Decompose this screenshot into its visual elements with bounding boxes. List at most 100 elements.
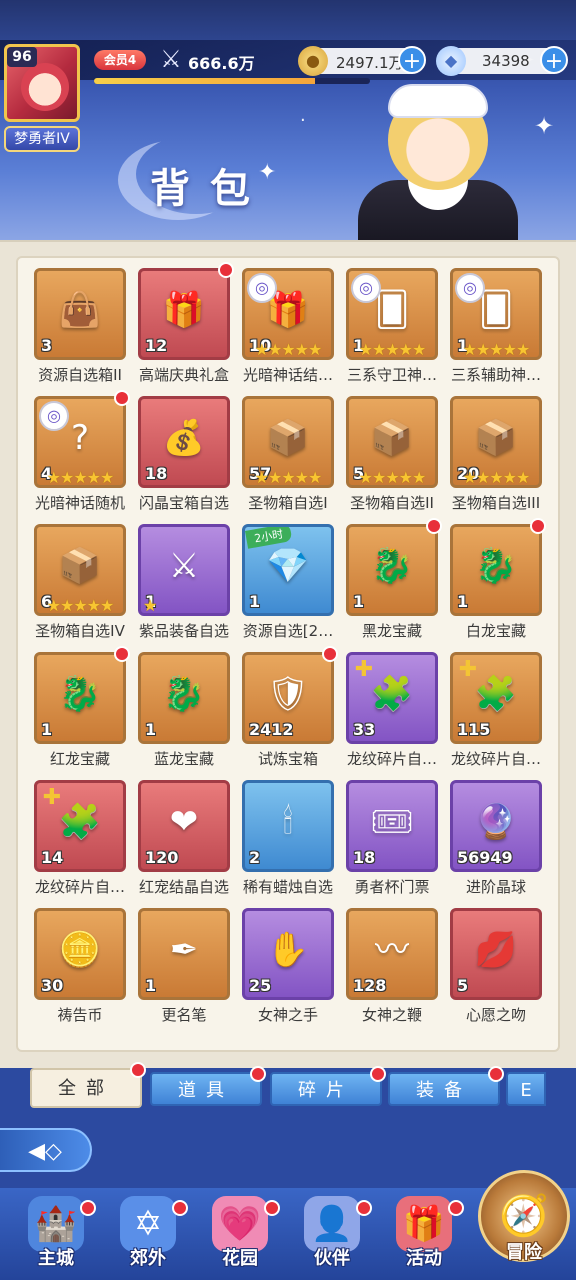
item-tile[interactable]: 🧩 ✚ 33 — [346, 652, 438, 744]
crystal-ball-icon: 🔮 — [474, 802, 518, 842]
inventory-item[interactable]: 🧩 ✚ 115 龙纹碎片自… — [444, 652, 548, 768]
item-tile[interactable]: 💋 5 — [450, 908, 542, 1000]
item-tile[interactable]: 💰 18 — [138, 396, 230, 488]
inventory-item[interactable]: 🂠 ◎ 1 ★★★★★ 三系守卫神… — [340, 268, 444, 384]
power-value: 666.6万 — [188, 54, 255, 73]
inventory-item[interactable]: ? ◎ 4 ★★★★★ 光暗神话随机 — [28, 390, 132, 512]
item-name: 龙纹碎片自… — [346, 750, 437, 768]
inventory-item[interactable]: 🕯 2 稀有蜡烛自选 — [236, 780, 340, 896]
item-tile[interactable]: 📦 5 ★★★★★ — [346, 396, 438, 488]
item-tile[interactable]: 📦 20 ★★★★★ — [450, 396, 542, 488]
inventory-item[interactable]: ✒ 1 更名笔 — [132, 908, 236, 1024]
item-name: 女神之鞭 — [361, 1006, 422, 1024]
vip-badge[interactable]: 会员4 — [94, 50, 146, 70]
tab-equipment[interactable]: 装备 — [388, 1066, 504, 1106]
item-tile[interactable]: 🐉 1 — [34, 652, 126, 744]
dragon-chest-icon: 🐉 — [474, 546, 518, 586]
add-gem-button[interactable]: + — [540, 46, 568, 74]
item-tile[interactable]: 🧩 ✚ 115 — [450, 652, 542, 744]
item-tile[interactable]: 🐉 1 — [346, 524, 438, 616]
item-tile[interactable]: 📦 6 ★★★★★ — [34, 524, 126, 616]
inventory-item[interactable]: 🔮 56949 进阶晶球 — [444, 780, 548, 896]
item-tile[interactable]: 🎁 12 — [138, 268, 230, 360]
inventory-item[interactable]: 💋 5 心愿之吻 — [444, 908, 548, 1024]
item-tile[interactable]: 🂠 ◎ 1 ★★★★★ — [450, 268, 542, 360]
notification-dot — [80, 1200, 96, 1216]
inventory-item[interactable]: 🐉 1 黑龙宝藏 — [340, 518, 444, 640]
item-name: 圣物箱自选III — [451, 494, 541, 512]
item-tile[interactable]: 📦 57 ★★★★★ — [242, 396, 334, 488]
item-tile[interactable]: ✋ 25 — [242, 908, 334, 1000]
tab-all[interactable]: 全部 — [30, 1062, 146, 1108]
dock-item-castle[interactable]: 🏰 主城 — [8, 1196, 104, 1280]
tab-label: E — [520, 1080, 532, 1101]
dock-item-compass[interactable]: ✡ 郊外 — [100, 1196, 196, 1280]
inventory-panel: 👜 3 资源自选箱II 🎁 12 高端庆典礼盒 🎁 ◎ 10 ★★★★★ 光暗神话结… 🂠 ◎ 1 ★★★★… — [0, 240, 576, 1068]
inventory-item[interactable]: 🎟 18 勇者杯门票 — [340, 780, 444, 896]
item-quantity: 1 — [457, 592, 469, 611]
item-tile[interactable]: 🎁 ◎ 10 ★★★★★ — [242, 268, 334, 360]
inventory-item[interactable]: ❤ 120 红宠结晶自选 — [132, 780, 236, 896]
inventory-item[interactable]: ✋ 25 女神之手 — [236, 908, 340, 1024]
star-decor: · — [300, 110, 306, 131]
item-quantity: 128 — [353, 976, 387, 995]
add-gold-button[interactable]: + — [398, 46, 426, 74]
dock-item-event-gift[interactable]: 🎁 活动 — [376, 1196, 472, 1280]
item-name: 蓝龙宝藏 — [153, 750, 214, 768]
item-name: 圣物箱自选IV — [35, 622, 125, 640]
item-tile[interactable]: 🎟 18 — [346, 780, 438, 872]
inventory-item[interactable]: 📦 5 ★★★★★ 圣物箱自选II — [340, 396, 444, 512]
item-tile[interactable]: 🕯 2 — [242, 780, 334, 872]
ticket-icon: 🎟 — [370, 802, 414, 842]
item-tile[interactable]: 🐉 1 — [450, 524, 542, 616]
tab-props[interactable]: 道具 — [150, 1066, 266, 1106]
whip-icon: 〰 — [375, 930, 409, 970]
inventory-item[interactable]: 🐉 1 蓝龙宝藏 — [132, 652, 236, 768]
inventory-item[interactable]: 📦 57 ★★★★★ 圣物箱自选I — [236, 396, 340, 512]
notification-dot — [172, 1200, 188, 1216]
item-tile[interactable]: ⚔ 1 ★ — [138, 524, 230, 616]
item-quantity: 2 — [249, 848, 261, 867]
inventory-item[interactable]: 🧩 ✚ 14 龙纹碎片自… — [28, 780, 132, 896]
element-type-icon: ◎ — [39, 401, 69, 431]
xp-progress-bar — [94, 78, 370, 84]
tab-fragments[interactable]: 碎片 — [270, 1066, 386, 1106]
player-avatar[interactable]: 96 — [4, 44, 80, 122]
inventory-item[interactable]: 💎 2小时 1 资源自选[2… — [236, 524, 340, 640]
item-tile[interactable]: 🂠 ◎ 1 ★★★★★ — [346, 268, 438, 360]
inventory-item[interactable]: 📦 6 ★★★★★ 圣物箱自选IV — [28, 524, 132, 640]
item-name: 红龙宝藏 — [49, 750, 110, 768]
inventory-item[interactable]: 🐉 1 红龙宝藏 — [28, 646, 132, 768]
inventory-item[interactable]: 🪙 30 祷告币 — [28, 908, 132, 1024]
item-tile[interactable]: 🔮 56949 — [450, 780, 542, 872]
inventory-scroll-area[interactable]: 👜 3 资源自选箱II 🎁 12 高端庆典礼盒 🎁 ◎ 10 ★★★★★ 光暗神话结… 🂠 ◎ 1 ★★★★… — [16, 256, 560, 1052]
inventory-item[interactable]: 🎁 ◎ 10 ★★★★★ 光暗神话结… — [236, 268, 340, 384]
puzzle-piece-icon: ✚ — [42, 785, 62, 810]
inventory-item[interactable]: 💰 18 闪晶宝箱自选 — [132, 396, 236, 512]
item-tile[interactable]: 🐉 1 — [138, 652, 230, 744]
inventory-item[interactable]: 👜 3 资源自选箱II — [28, 268, 132, 384]
inventory-item[interactable]: 〰 128 女神之鞭 — [340, 908, 444, 1024]
dock-item-garden[interactable]: 💗 花园 — [192, 1196, 288, 1280]
inventory-item[interactable]: 🐉 1 白龙宝藏 — [444, 518, 548, 640]
item-tile[interactable]: 🧩 ✚ 14 — [34, 780, 126, 872]
inventory-item[interactable]: 🧩 ✚ 33 龙纹碎片自… — [340, 652, 444, 768]
item-tile[interactable]: 〰 128 — [346, 908, 438, 1000]
item-tile[interactable]: ✒ 1 — [138, 908, 230, 1000]
item-tile[interactable]: ? ◎ 4 ★★★★★ — [34, 396, 126, 488]
back-button[interactable]: ◀◇ — [0, 1128, 92, 1172]
inventory-item[interactable]: 🎁 12 高端庆典礼盒 — [132, 262, 236, 384]
tab-more[interactable]: E — [506, 1072, 546, 1106]
inventory-item[interactable]: ⚔ 1 ★ 紫品装备自选 — [132, 524, 236, 640]
item-tile[interactable]: 👜 3 — [34, 268, 126, 360]
inventory-item[interactable]: 🛡 2412 试炼宝箱 — [236, 646, 340, 768]
inventory-item[interactable]: 🂠 ◎ 1 ★★★★★ 三系辅助神… — [444, 268, 548, 384]
inventory-item[interactable]: 📦 20 ★★★★★ 圣物箱自选III — [444, 396, 548, 512]
item-tile[interactable]: 🪙 30 — [34, 908, 126, 1000]
item-tile[interactable]: ❤ 120 — [138, 780, 230, 872]
star-rating: ★★★★★ — [254, 340, 323, 359]
dock-item-partner[interactable]: 👤 伙伴 — [284, 1196, 380, 1280]
item-name: 红宠结晶自选 — [138, 878, 229, 896]
item-tile[interactable]: 🛡 2412 — [242, 652, 334, 744]
item-tile[interactable]: 💎 2小时 1 — [242, 524, 334, 616]
